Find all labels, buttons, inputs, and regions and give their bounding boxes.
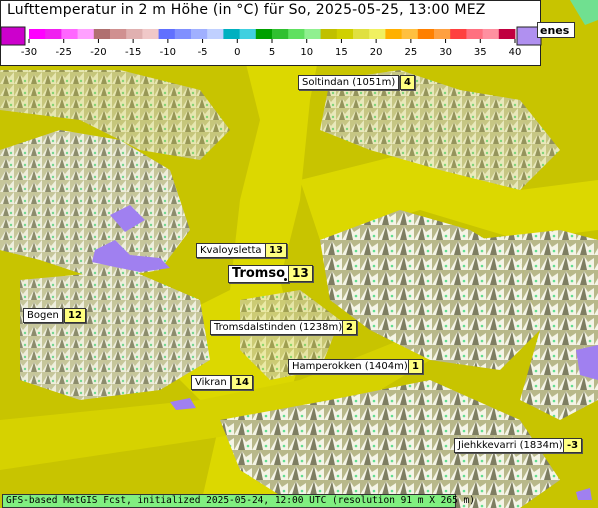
scale-cell (239, 29, 257, 39)
scale-cell (77, 29, 95, 39)
scale-cell (158, 29, 176, 39)
scale-tick-label: 15 (335, 47, 348, 58)
scale-cell (272, 29, 289, 39)
model-info-footer: GFS-based MetGIS Fcst, initialized 2025-… (2, 494, 475, 508)
scale-cell (385, 29, 402, 39)
scale-tick-label: -5 (198, 47, 208, 58)
scale-tick-label: -10 (160, 47, 176, 58)
scale-cell (369, 29, 386, 39)
scale-cell (174, 29, 192, 39)
scale-low-swatch (1, 26, 26, 46)
legend-panel: Lufttemperatur in 2 m Höhe (in °C) für S… (0, 0, 542, 66)
place-label-kvaloysletta: Kvaloysletta (196, 243, 266, 258)
scale-cell (320, 29, 338, 39)
scale-tick-label: -20 (90, 47, 106, 58)
scale-tick-label: -15 (125, 47, 141, 58)
temp-value-vikran: 14 (231, 375, 253, 390)
scale-tick-label: -30 (21, 47, 37, 58)
color-scale: -30 -25 -20 -15 -10 -5 0 5 10 15 20 25 30 35 40 (1, 26, 542, 58)
place-label-hamperokken: Hamperokken (1404m) (288, 359, 412, 374)
scale-cell (191, 29, 208, 39)
place-label-jiehkkevarri: Jiehkkevarri (1834m) (454, 438, 567, 453)
temp-value-tromsdalstinden: 2 (342, 320, 357, 335)
scale-cell (288, 29, 305, 39)
place-label-soltindan: Soltindan (1051m) (298, 75, 400, 90)
map-title: Lufttemperatur in 2 m Höhe (in °C) für S… (7, 2, 486, 18)
scale-cell (93, 29, 111, 39)
place-label-tromsdalstinden: Tromsdalstinden (1238m) (210, 320, 347, 335)
scale-cell (61, 29, 78, 39)
temp-value-bogen: 12 (64, 308, 86, 323)
temp-value-kvaloysletta: 13 (265, 243, 287, 258)
scale-cell (466, 29, 483, 39)
scale-tick-label: 20 (370, 47, 383, 58)
scale-tick-label: 35 (474, 47, 487, 58)
scale-cell (142, 29, 159, 39)
scale-tick-label: 40 (509, 47, 522, 58)
scale-cell (255, 29, 273, 39)
corner-place-label: enes (537, 22, 575, 38)
scale-cell (482, 29, 500, 39)
scale-cell (336, 29, 354, 39)
scale-tick-label: 25 (404, 47, 417, 58)
temp-value-soltindan: 4 (400, 75, 415, 90)
tromso-marker (284, 278, 287, 281)
scale-cell (498, 29, 516, 39)
scale-ticks: -30 -25 -20 -15 -10 -5 0 5 10 15 20 25 30 35 40 (21, 39, 522, 58)
scale-tick-label: 10 (300, 47, 313, 58)
temp-value-hamperokken: 1 (408, 359, 423, 374)
temp-value-tromso: 13 (288, 265, 313, 282)
scale-tick-label: 0 (234, 47, 240, 58)
scale-cell (353, 29, 370, 39)
place-label-bogen: Bogen (23, 308, 63, 323)
scale-cell (207, 29, 224, 39)
scale-tick-label: -25 (56, 47, 72, 58)
scale-cell (110, 29, 127, 39)
scale-cell (223, 29, 240, 39)
scale-tick-label: 5 (269, 47, 275, 58)
scale-cell (126, 29, 143, 39)
scale-cells (29, 29, 516, 39)
scale-cell (45, 29, 62, 39)
scale-cell (401, 29, 419, 39)
temp-value-jiehkkevarri: -3 (563, 438, 583, 453)
place-label-vikran: Vikran (191, 375, 231, 390)
place-label-tromso: Tromso (228, 265, 289, 283)
scale-cell (29, 29, 46, 39)
scale-cell (434, 29, 451, 39)
scale-cell (450, 29, 467, 39)
scale-tick-label: 30 (439, 47, 452, 58)
scale-cell (417, 29, 435, 39)
scale-cell (304, 29, 321, 39)
